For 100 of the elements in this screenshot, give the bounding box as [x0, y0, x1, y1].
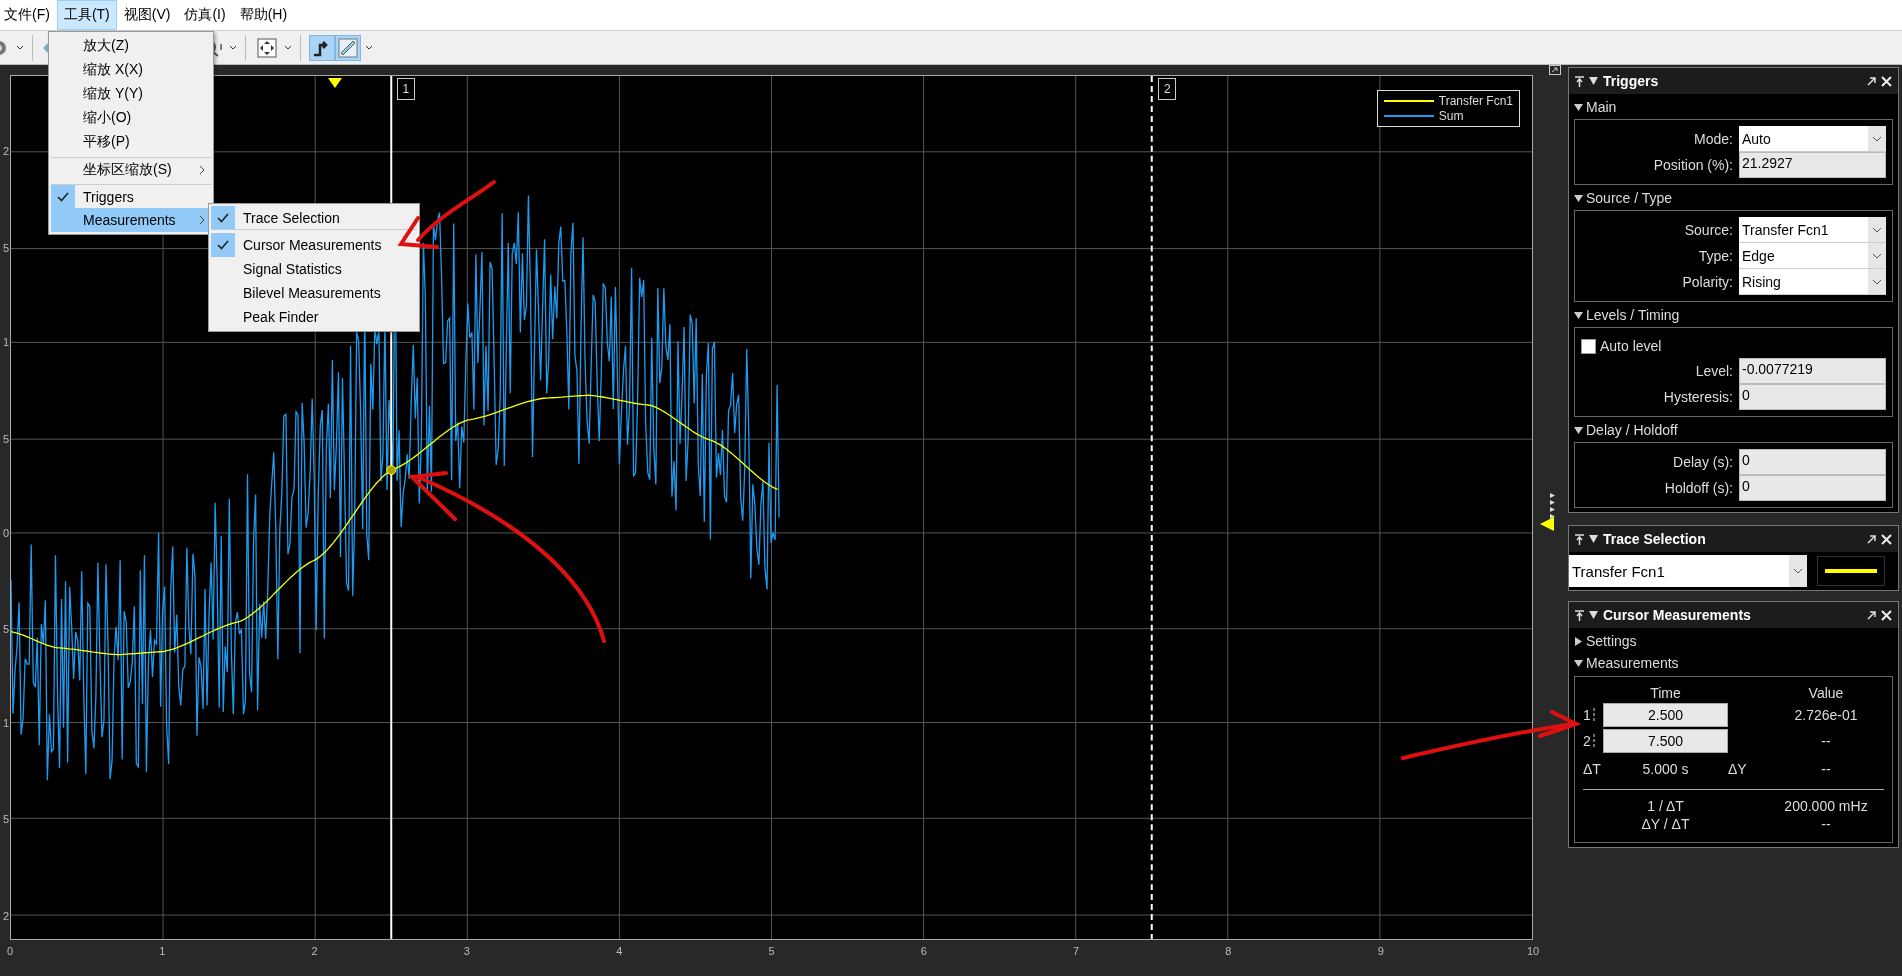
section-title[interactable]: Source / Type — [1586, 190, 1673, 206]
cursor-point — [386, 465, 397, 476]
collapse-icon[interactable] — [1589, 535, 1598, 543]
menu-item[interactable]: 放大(Z) — [51, 34, 211, 58]
ruler-icon[interactable] — [338, 37, 358, 58]
caret-icon[interactable] — [284, 44, 292, 51]
fit-icon[interactable] — [257, 37, 277, 58]
menu-item[interactable]: Signal Statistics — [211, 257, 417, 281]
pin-icon[interactable] — [1575, 609, 1584, 621]
value-text: -- — [1820, 816, 1832, 832]
menu-item[interactable]: 工具(T) — [56, 0, 117, 30]
tick-label: 5 — [2, 433, 9, 445]
expand-arrows-icon[interactable] — [1550, 493, 1556, 521]
tick-label: 1 — [2, 717, 9, 729]
column-header: Value — [1807, 685, 1845, 701]
time-field[interactable]: 2.500 — [1603, 703, 1728, 727]
menu-item[interactable]: 平移(P) — [51, 130, 211, 154]
dropdown[interactable]: Transfer Fcn1 — [1739, 217, 1886, 243]
time-field[interactable]: 7.500 — [1603, 729, 1728, 753]
section-title[interactable]: Settings — [1586, 633, 1637, 649]
collapse-icon[interactable] — [1589, 77, 1598, 85]
close-icon[interactable] — [1881, 609, 1892, 621]
pin-icon[interactable] — [1575, 75, 1584, 87]
dashed-line-icon — [1592, 734, 1595, 748]
caret-icon[interactable] — [16, 44, 24, 51]
section-title[interactable]: Levels / Timing — [1586, 307, 1680, 323]
input-field[interactable]: -0.0077219 — [1739, 358, 1886, 384]
check-icon — [57, 191, 69, 202]
input-field[interactable]: 0 — [1739, 449, 1886, 475]
dropdown[interactable]: Edge — [1739, 243, 1886, 269]
tick-label: 5 — [2, 623, 9, 635]
check-icon — [217, 240, 229, 250]
tick-label: 3 — [463, 945, 470, 957]
cursor-label[interactable]: 2 — [1158, 78, 1177, 100]
section-title[interactable]: Main — [1586, 99, 1617, 115]
check-icon — [217, 212, 229, 223]
menu-item[interactable]: 仿真(I) — [177, 0, 233, 30]
dashed-line-icon — [1592, 708, 1595, 722]
section-title[interactable]: Measurements — [1586, 655, 1679, 671]
menu-item[interactable]: 缩放 X(X) — [51, 58, 211, 82]
expanded-icon[interactable] — [1574, 426, 1583, 435]
collapse-icon[interactable] — [1589, 611, 1598, 619]
panel-title: Triggers — [1603, 73, 1660, 89]
undock-icon[interactable] — [1867, 76, 1876, 86]
tick-label: 5 — [768, 945, 775, 957]
chevron-icon — [1872, 226, 1882, 233]
menu-item[interactable]: Trace Selection — [211, 206, 417, 230]
field-label: Hysteresis: — [1662, 389, 1733, 405]
input-field[interactable]: 0 — [1739, 384, 1886, 410]
close-icon[interactable] — [1881, 533, 1892, 545]
cursor-label[interactable]: 1 — [396, 78, 415, 100]
value-text: -- — [1820, 733, 1832, 749]
menu-item[interactable]: Cursor Measurements — [211, 233, 417, 257]
panel-title: Cursor Measurements — [1603, 607, 1752, 623]
menu-item[interactable]: Bilevel Measurements — [211, 281, 417, 305]
trigger-level-marker[interactable] — [1540, 517, 1554, 531]
menu-item[interactable]: 视图(V) — [116, 0, 178, 30]
expanded-icon[interactable] — [1574, 311, 1583, 320]
caret-icon[interactable] — [365, 44, 373, 51]
menu-item[interactable]: 文件(F) — [0, 0, 57, 30]
menu-item[interactable]: 帮助(H) — [232, 0, 295, 30]
expanded-icon[interactable] — [1574, 103, 1583, 112]
tick-label: 6 — [920, 945, 927, 957]
input-field[interactable]: 21.2927 — [1739, 152, 1886, 178]
menu-item[interactable]: 缩放 Y(Y) — [51, 82, 211, 106]
undock-icon[interactable] — [1549, 65, 1561, 75]
field-label: Position (%): — [1652, 157, 1733, 173]
close-icon[interactable] — [1881, 75, 1892, 87]
dropdown[interactable]: Rising — [1739, 269, 1886, 295]
checkbox[interactable] — [1581, 338, 1596, 354]
section-title[interactable]: Delay / Holdoff — [1586, 422, 1678, 438]
dropdown[interactable]: Auto — [1739, 126, 1886, 152]
trigger-marker[interactable] — [328, 78, 342, 88]
field-label: Level: — [1694, 363, 1733, 379]
panel-title: Trace Selection — [1603, 531, 1707, 547]
trace-color-swatch[interactable] — [1817, 556, 1885, 586]
tick-label: 7 — [1073, 945, 1080, 957]
tick-label: 5 — [2, 813, 9, 825]
collapsed-icon[interactable] — [1574, 637, 1583, 646]
undock-icon[interactable] — [1867, 534, 1876, 544]
value-text: 5.000 s — [1641, 761, 1690, 777]
menu-item[interactable]: Peak Finder — [211, 305, 417, 329]
cursor-number: 1 — [1583, 707, 1591, 723]
expanded-icon[interactable] — [1574, 659, 1583, 668]
field-label: Type: — [1697, 248, 1733, 264]
caret-icon[interactable] — [229, 44, 237, 51]
menu-item[interactable]: Measurements — [51, 208, 211, 232]
cursor-line[interactable] — [1150, 76, 1153, 939]
value-text: 200.000 mHz — [1783, 798, 1869, 814]
dropdown[interactable]: Transfer Fcn1 — [1569, 555, 1807, 587]
expanded-icon[interactable] — [1574, 194, 1583, 203]
pin-icon[interactable] — [1575, 533, 1584, 545]
menu-item[interactable]: 坐标区缩放(S) — [51, 157, 211, 181]
tick-label: 1 — [2, 336, 9, 348]
field-label: Mode: — [1693, 131, 1733, 147]
value-text: -- — [1820, 761, 1832, 777]
cursor-number: 2 — [1583, 733, 1591, 749]
menu-item[interactable]: 缩小(O) — [51, 106, 211, 130]
undock-icon[interactable] — [1867, 610, 1876, 620]
input-field[interactable]: 0 — [1739, 475, 1886, 501]
